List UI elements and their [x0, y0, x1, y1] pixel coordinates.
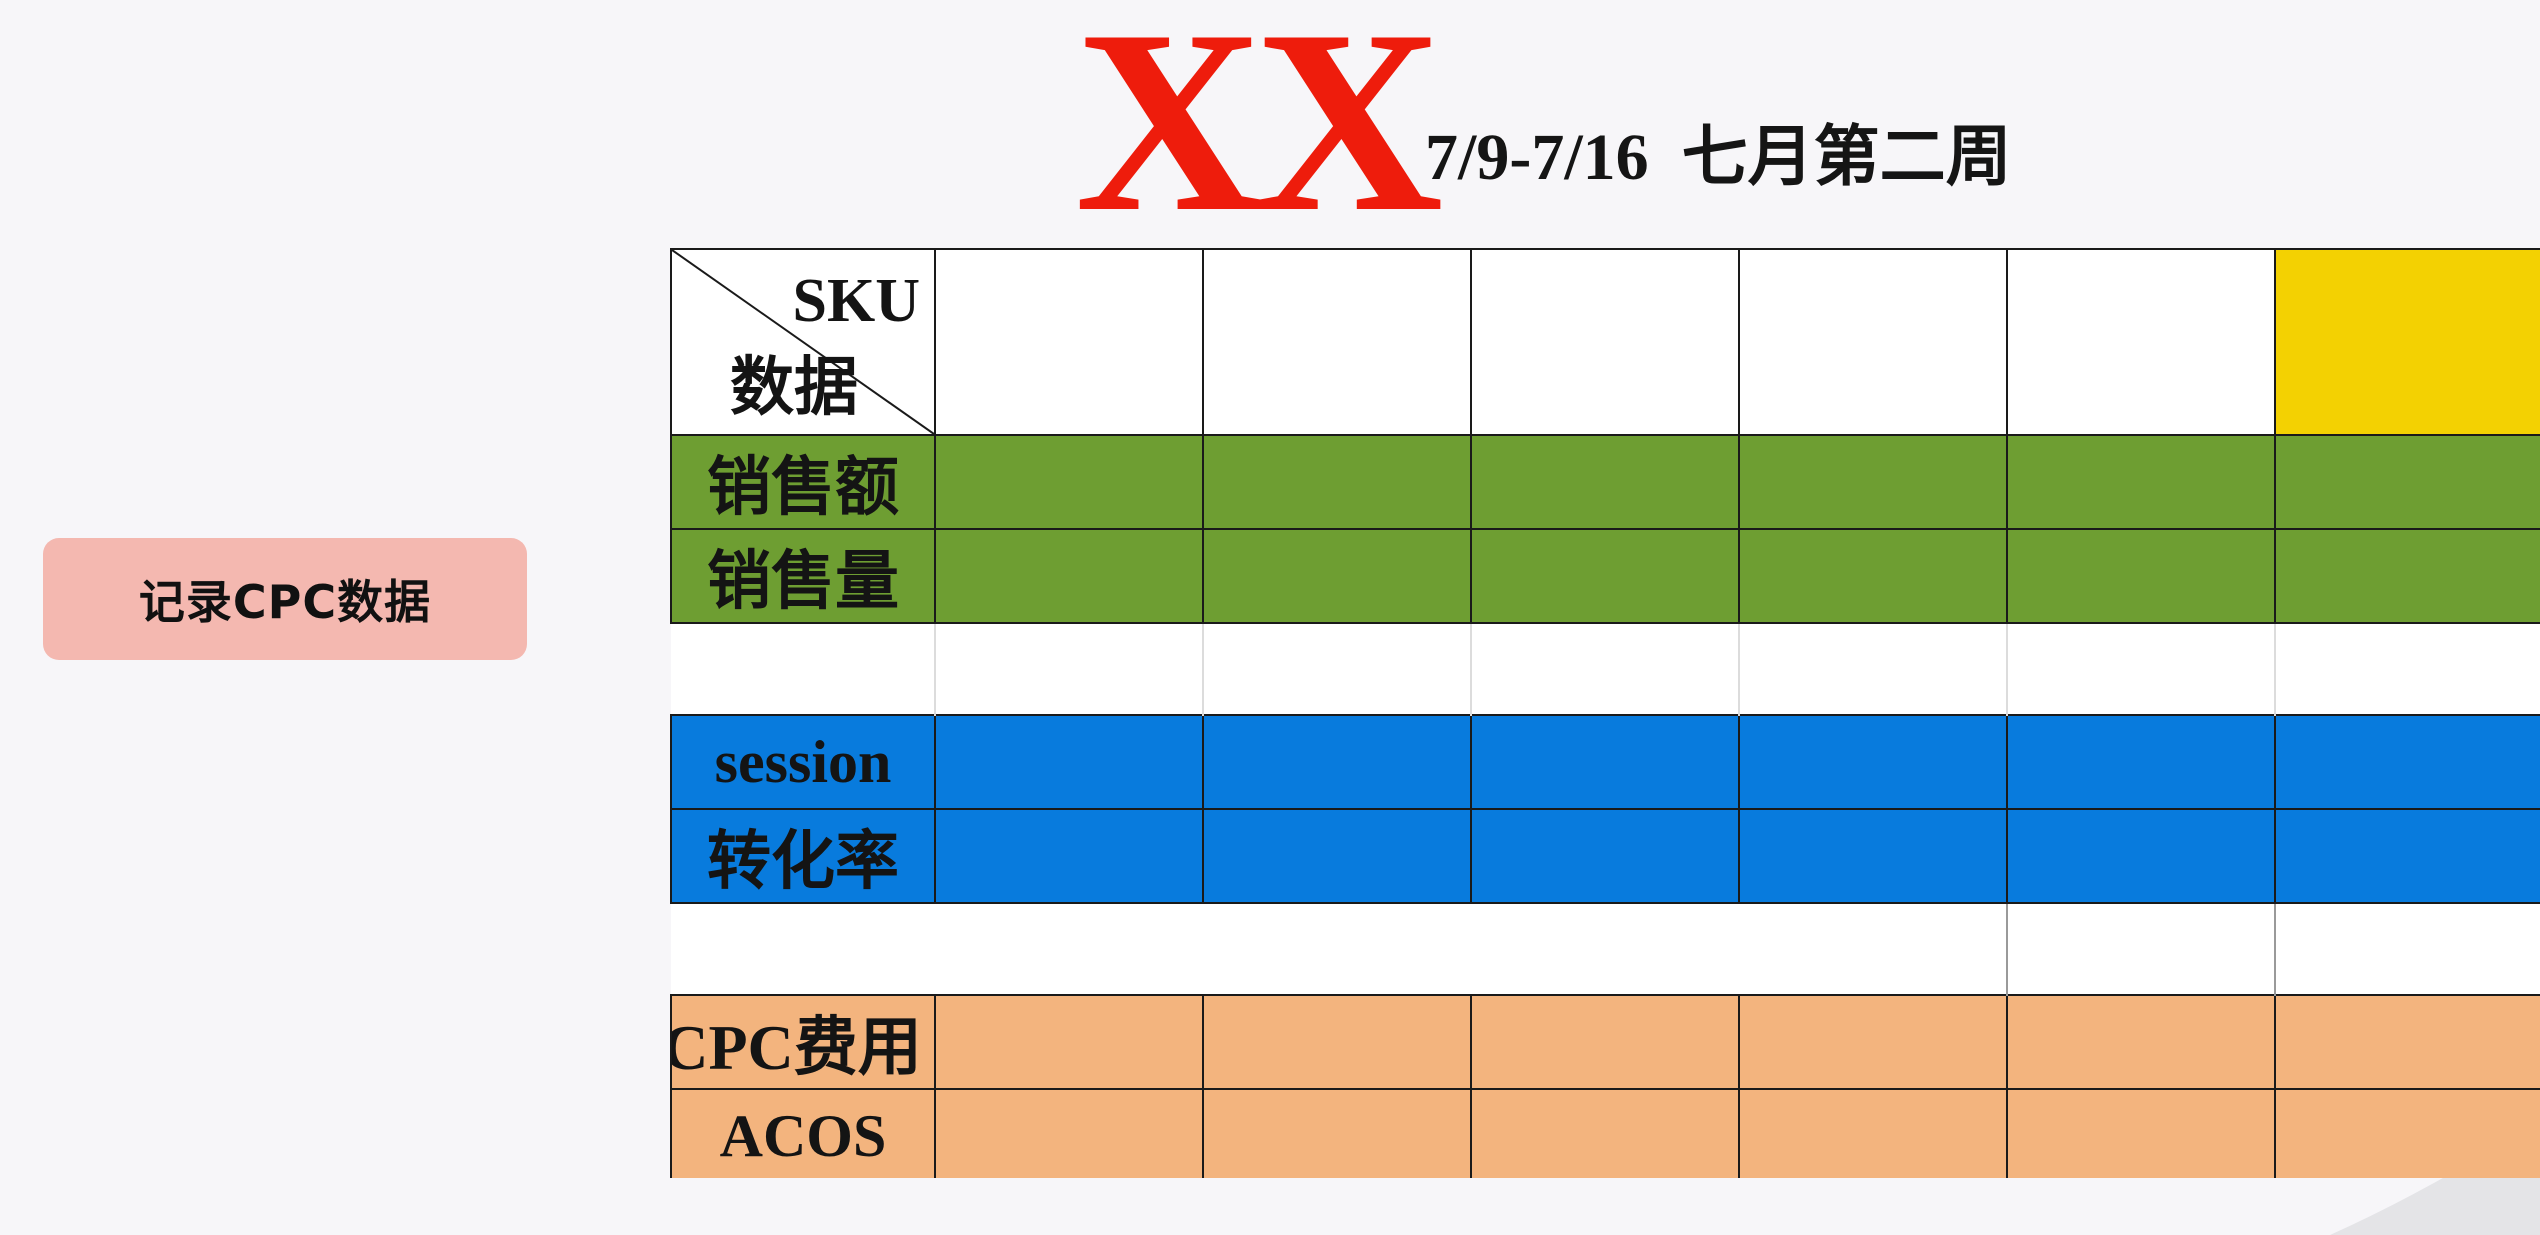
spacer-cell [671, 623, 936, 715]
data-cell[interactable] [1470, 808, 1740, 904]
sku-header-row: SKU 数据 [670, 248, 2540, 436]
corner-data-label: 数据 [730, 352, 858, 423]
data-cell[interactable] [934, 808, 1204, 904]
data-cell[interactable] [1202, 434, 1472, 530]
spacer-cell [2274, 623, 2540, 715]
data-cell[interactable] [934, 1088, 1204, 1178]
data-cell[interactable] [1470, 1088, 1740, 1178]
table-row: session [670, 714, 2540, 810]
data-cell[interactable] [2274, 808, 2540, 904]
spacer-cell [1471, 903, 1739, 995]
spacer-cell [1738, 623, 2008, 715]
record-cpc-data-button[interactable]: 记录CPC数据 [43, 538, 527, 660]
table-row: 转化率 [670, 808, 2540, 904]
data-cell[interactable] [2006, 808, 2276, 904]
data-cell[interactable] [2006, 1088, 2276, 1178]
record-cpc-data-label: 记录CPC数据 [138, 575, 432, 629]
data-cell[interactable] [934, 714, 1204, 810]
spacer-cell [934, 623, 1204, 715]
data-cell[interactable] [2006, 528, 2276, 624]
table-row: ACOS [670, 1088, 2540, 1178]
data-cell[interactable] [2274, 528, 2540, 624]
data-cell[interactable] [1470, 994, 1740, 1090]
data-cell[interactable] [934, 528, 1204, 624]
data-cell[interactable] [1202, 1088, 1472, 1178]
sku-data-sheet: SKU 数据 销售额 销售量 session 转化率 CPC费用 ACOS [670, 248, 2540, 1178]
data-cell[interactable] [2006, 994, 2276, 1090]
sku-cell[interactable] [1202, 248, 1472, 436]
spacer-cell [1739, 903, 2008, 995]
spacer-row [671, 903, 2540, 995]
row-label-conversion-rate: 转化率 [670, 808, 936, 904]
data-cell[interactable] [1738, 434, 2008, 530]
row-label-acos: ACOS [670, 1088, 936, 1178]
row-label-session: session [670, 714, 936, 810]
spacer-cell [2007, 903, 2276, 995]
spacer-cell [1203, 903, 1471, 995]
table-row: 销售量 [670, 528, 2540, 624]
sku-cell-highlighted[interactable] [2274, 248, 2540, 436]
data-cell[interactable] [1738, 714, 2008, 810]
data-cell[interactable] [2274, 434, 2540, 530]
sku-cell[interactable] [1738, 248, 2008, 436]
data-cell[interactable] [934, 434, 1204, 530]
week-title: 7/9-7/16 七月第二周 [1425, 125, 2012, 191]
row-label-sales-volume: 销售量 [670, 528, 936, 624]
data-cell[interactable] [2006, 714, 2276, 810]
sku-cell[interactable] [1470, 248, 1740, 436]
data-cell[interactable] [1738, 1088, 2008, 1178]
data-cell[interactable] [1738, 808, 2008, 904]
data-cell[interactable] [2274, 714, 2540, 810]
data-cell[interactable] [2274, 994, 2540, 1090]
spacer-cell [935, 903, 1203, 995]
data-cell[interactable] [1470, 528, 1740, 624]
table-row: CPC费用 [670, 994, 2540, 1090]
data-cell[interactable] [1470, 714, 1740, 810]
data-cell[interactable] [1202, 994, 1472, 1090]
date-range: 7/9-7/16 [1425, 121, 1649, 194]
data-cell[interactable] [1202, 714, 1472, 810]
week-label: 七月第二周 [1681, 121, 2012, 194]
data-cell[interactable] [1202, 808, 1472, 904]
corner-header-cell: SKU 数据 [670, 248, 936, 436]
spacer-cell [1470, 623, 1740, 715]
data-cell[interactable] [1202, 528, 1472, 624]
spacer-cell [1202, 623, 1472, 715]
data-cell[interactable] [1738, 528, 2008, 624]
brand-title: XX [1075, 0, 1443, 266]
row-label-cpc-cost: CPC费用 [670, 994, 936, 1090]
sku-cell[interactable] [934, 248, 1204, 436]
data-cell[interactable] [2006, 434, 2276, 530]
table-row: 销售额 [670, 434, 2540, 530]
data-cell[interactable] [2274, 1088, 2540, 1178]
spacer-cell [2006, 623, 2276, 715]
spacer-cell [671, 903, 935, 995]
corner-sku-label: SKU [792, 267, 920, 335]
data-cell[interactable] [1470, 434, 1740, 530]
data-cell[interactable] [1738, 994, 2008, 1090]
row-label-cpc-cost-text: CPC费用 [671, 1012, 922, 1083]
data-cell[interactable] [934, 994, 1204, 1090]
spacer-cell [2275, 903, 2540, 995]
sku-cell[interactable] [2006, 248, 2276, 436]
spacer-row [671, 623, 2540, 715]
row-label-sales-amount: 销售额 [670, 434, 936, 530]
